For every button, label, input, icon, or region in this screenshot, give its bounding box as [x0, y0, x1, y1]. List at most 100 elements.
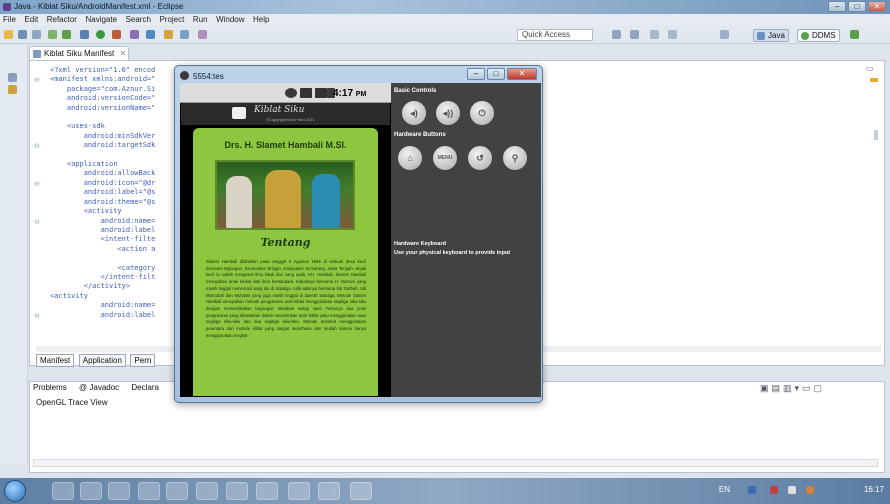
code-line[interactable]: <?xml version="1.0" encod — [50, 66, 180, 75]
code-line[interactable]: android:minSdkVer — [50, 132, 180, 141]
menu-navigate[interactable]: Navigate — [82, 14, 120, 25]
run-icon[interactable] — [96, 30, 105, 39]
menu-window[interactable]: Window — [213, 14, 247, 25]
debug-icon[interactable] — [80, 30, 89, 39]
package-explorer-icon[interactable] — [8, 85, 17, 94]
tab-javadoc[interactable]: @ Javadoc — [79, 383, 119, 392]
view-toolbar-icons[interactable]: ▣▤▥▾▭▢ — [760, 383, 825, 394]
taskbar-app-eclipse[interactable] — [196, 482, 218, 500]
emulator-maximize-button[interactable]: □ — [487, 68, 505, 80]
search-button[interactable]: ⚲ — [503, 146, 527, 170]
taskbar-app-pdf[interactable] — [166, 482, 188, 500]
prev-annotation-icon[interactable] — [630, 30, 639, 39]
annotation-icon[interactable] — [198, 30, 207, 39]
debug-perspective-icon[interactable] — [850, 30, 859, 39]
code-line[interactable]: <manifest xmlns:android=" — [50, 75, 180, 84]
menu-search[interactable]: Search — [123, 14, 154, 25]
emulator-minimize-button[interactable]: – — [467, 68, 485, 80]
new-icon[interactable] — [4, 30, 13, 39]
code-line[interactable]: android:theme="@s — [50, 198, 180, 207]
power-button[interactable]: ⏻ — [470, 101, 494, 125]
help-tray-icon[interactable] — [748, 486, 756, 494]
code-line[interactable] — [50, 151, 180, 160]
code-line[interactable]: android:label="@s — [50, 188, 180, 197]
save-icon[interactable] — [18, 30, 27, 39]
external-tools-icon[interactable] — [112, 30, 121, 39]
new-class-icon[interactable] — [146, 30, 155, 39]
volume-tray-icon[interactable] — [806, 486, 814, 494]
code-line[interactable]: </activity> — [50, 282, 180, 291]
menu-edit[interactable]: Edit — [21, 14, 41, 25]
taskbar-app-window[interactable] — [108, 482, 130, 500]
code-line[interactable]: android:allowBack — [50, 169, 180, 178]
menu-button[interactable]: MENU — [433, 146, 457, 170]
fold-marker[interactable]: ⊖ — [34, 76, 40, 84]
next-annotation-icon[interactable] — [612, 30, 621, 39]
editor-tab[interactable]: Kiblat Siku Manifest ✕ — [29, 46, 129, 61]
menu-project[interactable]: Project — [156, 14, 187, 25]
code-line[interactable]: android:targetSdk — [50, 141, 180, 150]
avd-manager-icon[interactable] — [62, 30, 71, 39]
home-button[interactable]: ⌂ — [398, 146, 422, 170]
code-line[interactable]: android:versionCode=" — [50, 94, 180, 103]
code-line[interactable] — [50, 254, 180, 263]
code-line[interactable]: android:versionName=" — [50, 104, 180, 113]
code-line[interactable]: <intent-filte — [50, 235, 180, 244]
tab-application[interactable]: Application — [78, 354, 126, 367]
language-indicator[interactable]: EN — [719, 485, 730, 494]
volume-up-button[interactable]: ◂)) — [436, 101, 460, 125]
taskbar-clock[interactable]: 16:17 — [864, 485, 884, 494]
close-tab-icon[interactable]: ✕ — [120, 49, 127, 58]
bottom-view-hscrollbar[interactable] — [33, 459, 878, 467]
tab-declaration[interactable]: Declara — [131, 383, 159, 392]
emulator-close-button[interactable]: ✕ — [507, 68, 537, 80]
code-line[interactable]: <category — [50, 264, 180, 273]
fold-marker[interactable]: ⊖ — [34, 180, 40, 188]
taskbar-app-emulator[interactable] — [318, 482, 340, 500]
maximize-button[interactable]: □ — [848, 1, 866, 12]
taskbar-app-word[interactable] — [138, 482, 160, 500]
code-line[interactable]: android:icon="@dr — [50, 179, 180, 188]
volume-down-button[interactable]: ◂) — [402, 101, 426, 125]
code-line[interactable]: <activity — [50, 207, 180, 216]
overview-ruler[interactable] — [866, 78, 882, 338]
menu-file[interactable]: File — [0, 14, 19, 25]
editor-minimize-icon[interactable]: ▭ — [866, 64, 874, 73]
fold-marker[interactable]: ⊖ — [34, 312, 40, 320]
open-type-icon[interactable] — [164, 30, 173, 39]
menu-run[interactable]: Run — [190, 14, 211, 25]
perspective-java[interactable]: Java — [753, 29, 789, 42]
back-icon[interactable] — [650, 30, 659, 39]
android-sdk-icon[interactable] — [48, 30, 57, 39]
code-line[interactable]: <action a — [50, 245, 180, 254]
code-line[interactable]: <uses-sdk — [50, 122, 180, 131]
tab-problems[interactable]: Problems — [33, 383, 67, 392]
taskbar-app-ide[interactable] — [226, 482, 248, 500]
code-line[interactable]: <activity — [50, 292, 180, 301]
code-line[interactable]: android:label — [50, 226, 180, 235]
tab-manifest[interactable]: Manifest — [36, 354, 75, 367]
code-line[interactable]: android:label — [50, 311, 180, 320]
code-line[interactable]: <application — [50, 160, 180, 169]
taskbar-app-explorer[interactable] — [52, 482, 74, 500]
security-tray-icon[interactable] — [770, 486, 778, 494]
menu-refactor[interactable]: Refactor — [44, 14, 80, 25]
taskbar-app-browser[interactable] — [350, 482, 372, 500]
taskbar-app-ddms[interactable] — [288, 482, 310, 500]
code-line[interactable]: android:name= — [50, 217, 180, 226]
taskbar-app-terminal[interactable] — [256, 482, 278, 500]
code-line[interactable]: package="com.Aznur.Si — [50, 85, 180, 94]
network-tray-icon[interactable] — [788, 486, 796, 494]
code-text[interactable]: <?xml version="1.0" encod <manifest xmlns… — [50, 66, 180, 320]
tab-permissions[interactable]: Pern — [130, 354, 156, 367]
taskbar-app-media[interactable] — [80, 482, 102, 500]
restore-icon[interactable] — [8, 73, 17, 82]
perspective-ddms[interactable]: DDMS — [797, 29, 840, 42]
new-java-project-icon[interactable] — [130, 30, 139, 39]
code-line[interactable]: </intent-filt — [50, 273, 180, 282]
print-icon[interactable] — [32, 30, 41, 39]
open-perspective-icon[interactable] — [720, 30, 729, 39]
fold-marker[interactable]: ⊖ — [34, 218, 40, 226]
minimize-button[interactable]: – — [828, 1, 846, 12]
menu-help[interactable]: Help — [250, 14, 272, 25]
